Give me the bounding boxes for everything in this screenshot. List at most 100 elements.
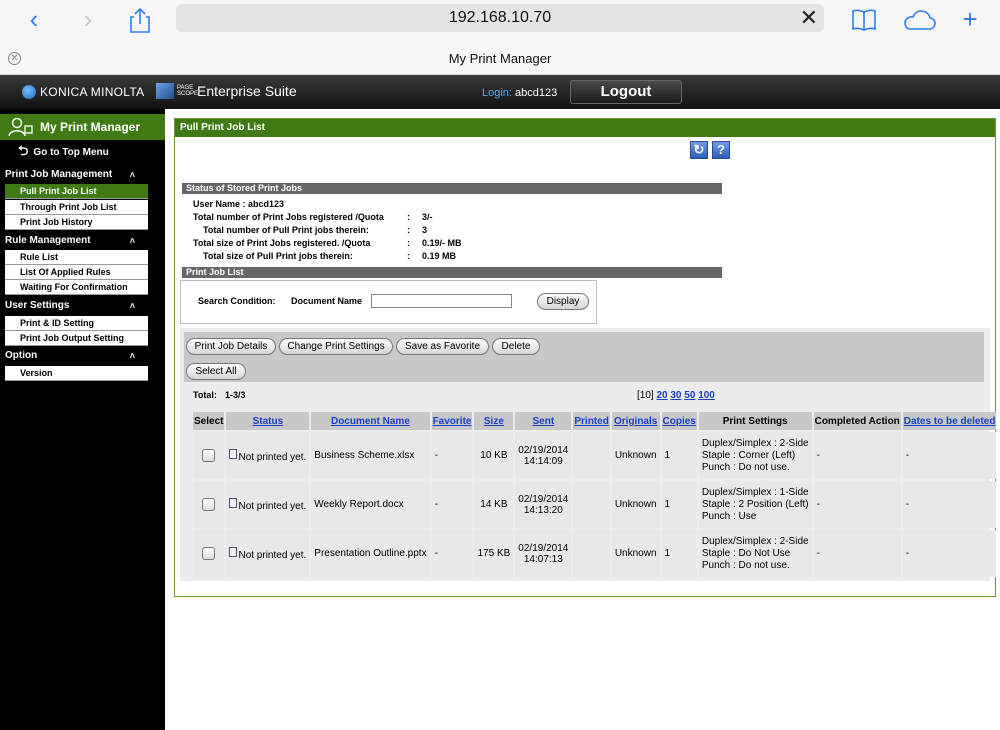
stat-user-name: User Name : abcd123: [193, 199, 285, 209]
column-header-copies[interactable]: Copies: [661, 412, 697, 430]
page-size-selector: [10] 20 30 50 100: [637, 390, 715, 401]
section-print-job-management[interactable]: Print Job Management ˄: [0, 167, 165, 183]
column-header-dates-to-be-deleted[interactable]: Dates to be deleted: [902, 412, 997, 430]
table-row[interactable]: Not printed yet. Presentation Outline.pp…: [193, 530, 997, 577]
search-condition-label: Search Condition:: [198, 296, 276, 306]
collapse-icon[interactable]: ˄: [130, 298, 135, 314]
search-panel: Search Condition: Document Name Display: [180, 280, 597, 324]
printed-cell: [573, 481, 610, 528]
change-print-settings-button[interactable]: Change Print Settings: [279, 338, 393, 355]
sidebar-item-waiting-confirmation[interactable]: Waiting For Confirmation: [5, 280, 148, 295]
bookmarks-icon[interactable]: [848, 4, 880, 36]
help-icon[interactable]: ?: [712, 141, 730, 159]
back-icon[interactable]: ‹: [18, 4, 50, 36]
print-settings-cell: Duplex/Simplex : 2-Side Staple : Corner (…: [698, 432, 812, 479]
print-settings-cell: Duplex/Simplex : 1-Side Staple : 2 Positi…: [698, 481, 812, 528]
column-header-favorite[interactable]: Favorite: [431, 412, 473, 430]
row-checkbox[interactable]: [202, 547, 216, 560]
section-rule-management[interactable]: Rule Management ˄: [0, 233, 165, 249]
logout-button[interactable]: Logout: [570, 80, 682, 104]
status-cell: Not printed yet.: [226, 530, 310, 577]
total-value: 1-3/3: [225, 390, 246, 400]
document-icon: [229, 448, 238, 459]
row-checkbox[interactable]: [202, 449, 216, 462]
originals-cell: Unknown: [611, 530, 660, 577]
print-job-details-button[interactable]: Print Job Details: [186, 338, 276, 355]
save-as-favorite-button[interactable]: Save as Favorite: [396, 338, 489, 355]
column-header-printed[interactable]: Printed: [573, 412, 610, 430]
clear-icon[interactable]: ✕: [800, 4, 818, 32]
stat-colon: :: [407, 251, 410, 261]
copies-cell: 1: [661, 481, 697, 528]
sidebar-item-print-id-setting[interactable]: Print & ID Setting: [5, 316, 148, 331]
table-row[interactable]: Not printed yet. Business Scheme.xlsx - …: [193, 432, 997, 479]
row-checkbox[interactable]: [202, 498, 216, 511]
column-header-document-name[interactable]: Document Name: [311, 412, 430, 430]
row-select-cell: [193, 530, 225, 577]
refresh-icon[interactable]: ↻: [690, 141, 708, 159]
document-name-input[interactable]: [371, 294, 512, 308]
share-icon[interactable]: [124, 4, 156, 36]
tab-bar: ✕ My Print Manager: [0, 40, 1000, 114]
go-to-top-menu[interactable]: ⮌ Go to Top Menu: [0, 140, 165, 162]
page-size-link[interactable]: 50: [684, 390, 695, 401]
app-header: KONICA MINOLTA PAGE SCOPEEnterprise Suit…: [0, 75, 1000, 109]
document-name-label: Document Name: [291, 296, 363, 306]
stat-value: 3/-: [422, 212, 433, 222]
stat-value: 0.19 MB: [422, 251, 457, 261]
copies-cell: 1: [661, 530, 697, 577]
main-panel: Pull Print Job List ↻ ? Status of Stored…: [174, 118, 997, 597]
sidebar-item-print-job-history[interactable]: Print Job History: [5, 215, 148, 230]
stat-label: Total number of Pull Print jobs therein:: [203, 225, 369, 235]
sidebar-item-rule-list[interactable]: Rule List: [5, 250, 148, 265]
section-option[interactable]: Option ˄: [0, 348, 165, 364]
job-list-area: Print Job Details Change Print Settings …: [180, 328, 997, 581]
total-label: Total:: [193, 390, 217, 400]
column-header-sent[interactable]: Sent: [515, 412, 572, 430]
column-header-select: Select: [193, 412, 225, 430]
status-section-header: Status of Stored Print Jobs: [182, 183, 722, 194]
sidebar-item-pull-print-job-list[interactable]: Pull Print Job List: [5, 184, 148, 199]
table-row[interactable]: Not printed yet. Weekly Report.docx - 14…: [193, 481, 997, 528]
address-bar[interactable]: 192.168.10.70 ✕: [176, 4, 824, 32]
stat-label: Total size of Pull Print jobs therein:: [203, 251, 353, 261]
collapse-icon[interactable]: ˄: [130, 348, 135, 364]
select-all-button[interactable]: Select All: [186, 363, 246, 380]
favorite-cell: -: [431, 530, 473, 577]
printed-cell: [573, 530, 610, 577]
forward-icon[interactable]: ›: [72, 4, 104, 36]
sidebar-item-output-setting[interactable]: Print Job Output Setting: [5, 331, 148, 346]
action-button-area: Print Job Details Change Print Settings …: [184, 332, 984, 382]
sidebar-title: My Print Manager: [0, 114, 165, 140]
print-settings-cell: Duplex/Simplex : 2-Side Staple : Do Not U…: [698, 530, 812, 577]
collapse-icon[interactable]: ˄: [130, 233, 135, 249]
display-button[interactable]: Display: [537, 293, 589, 310]
browser-toolbar: ‹ › 192.168.10.70 ✕ +: [0, 0, 1000, 40]
page-size-link[interactable]: 100: [698, 390, 715, 401]
section-user-settings[interactable]: User Settings ˄: [0, 298, 165, 314]
return-icon: ⮌: [18, 143, 29, 158]
originals-cell: Unknown: [611, 432, 660, 479]
user-icon: [8, 117, 34, 137]
sidebar: My Print Manager ⮌ Go to Top Menu Print J…: [0, 109, 165, 730]
column-header-originals[interactable]: Originals: [611, 412, 660, 430]
stat-label: Total number of Print Jobs registered /Q…: [193, 212, 384, 222]
page-size-link[interactable]: 30: [670, 390, 681, 401]
column-header-status[interactable]: Status: [226, 412, 310, 430]
stat-value: 3: [422, 225, 428, 235]
sidebar-item-applied-rules[interactable]: List Of Applied Rules: [5, 265, 148, 280]
cloud-tabs-icon[interactable]: [900, 4, 938, 36]
pagescope-icon: [156, 83, 174, 99]
new-tab-icon[interactable]: +: [954, 4, 986, 36]
document-name-cell: Weekly Report.docx: [311, 481, 430, 528]
delete-button[interactable]: Delete: [492, 338, 540, 355]
dates-to-be-deleted-cell: -: [902, 530, 997, 577]
page-title: Pull Print Job List: [175, 119, 995, 137]
column-header-size[interactable]: Size: [474, 412, 514, 430]
sidebar-item-version[interactable]: Version: [5, 366, 148, 381]
page-size-link[interactable]: 20: [656, 390, 667, 401]
collapse-icon[interactable]: ˄: [130, 167, 135, 183]
row-select-cell: [193, 432, 225, 479]
sent-cell: 02/19/2014 14:14:09: [515, 432, 572, 479]
sidebar-item-through-print-job-list[interactable]: Through Print Job List: [5, 200, 148, 215]
